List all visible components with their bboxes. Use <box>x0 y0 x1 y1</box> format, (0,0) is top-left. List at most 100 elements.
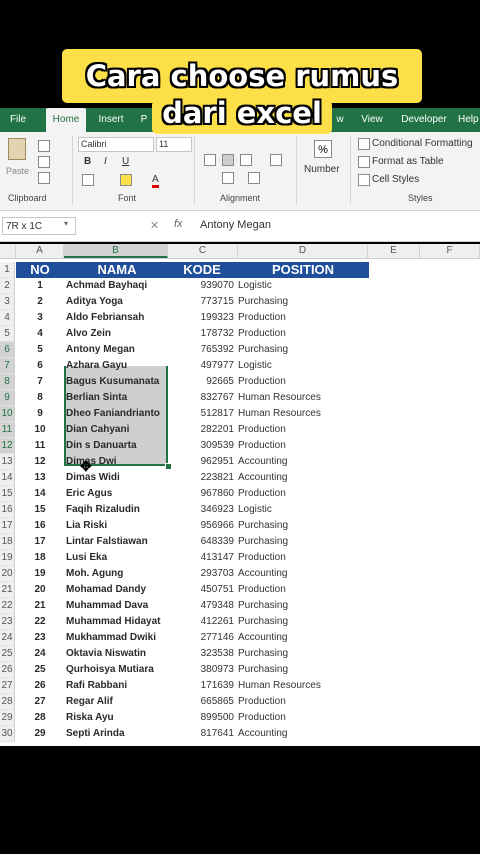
column-header-b[interactable]: B <box>64 244 168 258</box>
header-nama[interactable]: NAMA <box>66 262 168 278</box>
row-number[interactable]: 22 <box>0 598 15 614</box>
cell-no[interactable]: 20 <box>16 582 64 598</box>
cell-nama[interactable]: Achmad Bayhaqi <box>66 278 168 294</box>
row-number[interactable]: 24 <box>0 630 15 646</box>
cell-kode[interactable]: 665865 <box>170 694 234 710</box>
cell-kode[interactable]: 346923 <box>170 502 234 518</box>
number-format-button[interactable]: % Number <box>304 138 344 186</box>
cell-position[interactable]: Accounting <box>238 566 368 582</box>
cell-kode[interactable]: 92665 <box>170 374 234 390</box>
cell-kode[interactable]: 380973 <box>170 662 234 678</box>
font-name-select[interactable]: Calibri <box>78 137 154 152</box>
cell-no[interactable]: 28 <box>16 710 64 726</box>
cell-no[interactable]: 21 <box>16 598 64 614</box>
tab-developer[interactable]: Developer <box>396 108 452 132</box>
tab-help[interactable]: Help <box>458 108 479 132</box>
cell-no[interactable]: 10 <box>16 422 64 438</box>
tab-review[interactable]: w <box>334 108 346 132</box>
row-number[interactable]: 13 <box>0 454 15 470</box>
row-number[interactable]: 9 <box>0 390 15 406</box>
cell-position[interactable]: Human Resources <box>238 406 368 422</box>
cell-nama[interactable]: Lia Riski <box>66 518 168 534</box>
cell-no[interactable]: 7 <box>16 374 64 390</box>
cell-no[interactable]: 26 <box>16 678 64 694</box>
cell-kode[interactable]: 479348 <box>170 598 234 614</box>
cell-no[interactable]: 24 <box>16 646 64 662</box>
cell-position[interactable]: Purchasing <box>238 662 368 678</box>
cell-position[interactable]: Production <box>238 374 368 390</box>
cell-kode[interactable]: 817641 <box>170 726 234 742</box>
row-number[interactable]: 6 <box>0 342 15 358</box>
cell-position[interactable]: Logistic <box>238 358 368 374</box>
cell-no[interactable]: 27 <box>16 694 64 710</box>
column-header-e[interactable]: E <box>368 244 420 258</box>
header-position[interactable]: POSITION <box>238 262 368 278</box>
cell-kode[interactable]: 765392 <box>170 342 234 358</box>
copy-icon[interactable] <box>38 156 50 168</box>
cell-position[interactable]: Purchasing <box>238 646 368 662</box>
cell-no[interactable]: 15 <box>16 502 64 518</box>
insert-function-button[interactable]: fx <box>174 218 183 230</box>
cell-position[interactable]: Production <box>238 550 368 566</box>
cell-no[interactable]: 4 <box>16 326 64 342</box>
cell-kode[interactable]: 939070 <box>170 278 234 294</box>
row-number[interactable]: 16 <box>0 502 15 518</box>
cell-nama[interactable]: Berlian Sinta <box>66 390 168 406</box>
row-number[interactable]: 28 <box>0 694 15 710</box>
cell-kode[interactable]: 648339 <box>170 534 234 550</box>
fill-color-icon[interactable] <box>120 174 132 186</box>
cell-nama[interactable]: Lintar Falstiawan <box>66 534 168 550</box>
column-header-c[interactable]: C <box>168 244 238 258</box>
cell-no[interactable]: 5 <box>16 342 64 358</box>
cell-nama[interactable]: Alvo Zein <box>66 326 168 342</box>
cell-no[interactable]: 25 <box>16 662 64 678</box>
cell-styles-button[interactable]: Cell Styles <box>372 174 419 185</box>
cell-position[interactable]: Purchasing <box>238 534 368 550</box>
cell-no[interactable]: 9 <box>16 406 64 422</box>
cell-kode[interactable]: 223821 <box>170 470 234 486</box>
cell-no[interactable]: 18 <box>16 550 64 566</box>
cell-no[interactable]: 19 <box>16 566 64 582</box>
row-number[interactable]: 2 <box>0 278 15 294</box>
cell-no[interactable]: 3 <box>16 310 64 326</box>
cell-nama[interactable]: Dian Cahyani <box>66 422 168 438</box>
cell-no[interactable]: 14 <box>16 486 64 502</box>
cell-nama[interactable]: Antony Megan <box>66 342 168 358</box>
cell-position[interactable]: Purchasing <box>238 614 368 630</box>
cell-nama[interactable]: Rafi Rabbani <box>66 678 168 694</box>
cell-kode[interactable]: 412261 <box>170 614 234 630</box>
header-kode[interactable]: KODE <box>170 262 234 278</box>
cell-position[interactable]: Production <box>238 438 368 454</box>
column-header-f[interactable]: F <box>420 244 480 258</box>
cell-kode[interactable]: 293703 <box>170 566 234 582</box>
row-number[interactable]: 10 <box>0 406 15 422</box>
cell-no[interactable]: 17 <box>16 534 64 550</box>
cell-nama[interactable]: Muhammad Dava <box>66 598 168 614</box>
cell-kode[interactable]: 497977 <box>170 358 234 374</box>
cell-nama[interactable]: Faqih Rizaludin <box>66 502 168 518</box>
row-number[interactable]: 21 <box>0 582 15 598</box>
cell-nama[interactable]: Lusi Eka <box>66 550 168 566</box>
chevron-down-icon[interactable]: ▾ <box>64 219 68 228</box>
cell-kode[interactable]: 450751 <box>170 582 234 598</box>
cell-nama[interactable]: Muhammad Hidayat <box>66 614 168 630</box>
font-size-select[interactable]: 11 <box>156 137 192 152</box>
cancel-icon[interactable]: ✕ <box>150 219 159 232</box>
cell-no[interactable]: 6 <box>16 358 64 374</box>
column-header-d[interactable]: D <box>238 244 368 258</box>
row-number[interactable]: 17 <box>0 518 15 534</box>
cell-kode[interactable]: 899500 <box>170 710 234 726</box>
fill-handle[interactable] <box>165 463 172 470</box>
spreadsheet-grid[interactable]: A B C D E F 1 NO NAMA KODE POSITION 2 1 Ac… <box>0 244 480 746</box>
cell-kode[interactable]: 282201 <box>170 422 234 438</box>
cell-no[interactable]: 13 <box>16 470 64 486</box>
cell-position[interactable]: Production <box>238 694 368 710</box>
cell-kode[interactable]: 309539 <box>170 438 234 454</box>
cell-position[interactable]: Accounting <box>238 630 368 646</box>
column-header-a[interactable]: A <box>16 244 64 258</box>
cell-nama[interactable]: Septi Arinda <box>66 726 168 742</box>
font-color-button[interactable]: A <box>152 174 159 188</box>
merge-icon[interactable] <box>270 154 282 166</box>
cell-kode[interactable]: 773715 <box>170 294 234 310</box>
row-number[interactable]: 19 <box>0 550 15 566</box>
